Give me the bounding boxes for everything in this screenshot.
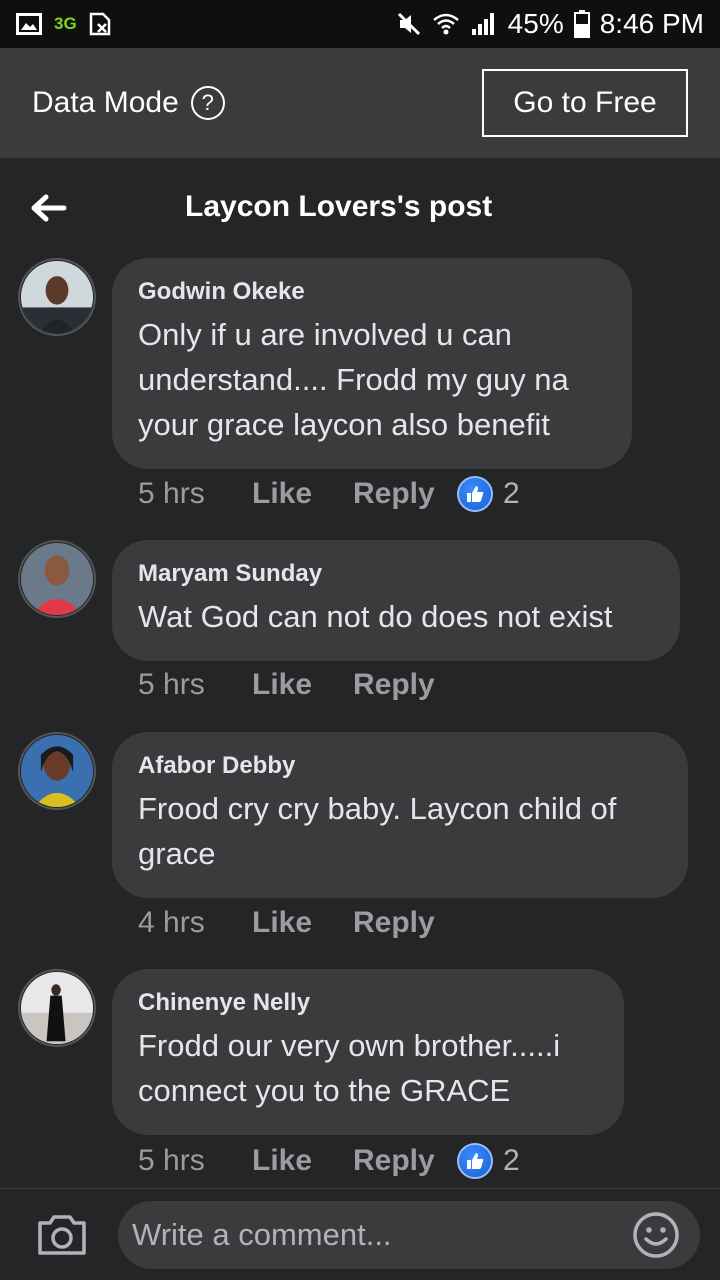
comment-author[interactable]: Chinenye Nelly bbox=[138, 989, 598, 1017]
comment-bubble[interactable]: Godwin Okeke Only if u are involved u ca… bbox=[112, 258, 632, 469]
post-header: Laycon Lovers's post bbox=[0, 158, 720, 258]
comment-text: Wat God can not do does not exist bbox=[138, 599, 613, 634]
comment-actions: 4 hrs Like Reply bbox=[138, 906, 457, 940]
emoji-icon[interactable] bbox=[632, 1211, 680, 1259]
data-mode-bar: Data Mode ? Go to Free bbox=[0, 48, 720, 158]
comment-time: 5 hrs bbox=[138, 477, 205, 510]
battery-icon bbox=[573, 10, 590, 38]
battery-percent: 45% bbox=[507, 8, 564, 39]
data-mode-label: Data Mode bbox=[32, 86, 179, 119]
comment-actions: 5 hrs Like Reply bbox=[138, 668, 457, 702]
comment-time: 5 hrs bbox=[138, 668, 205, 701]
comment-author[interactable]: Afabor Debby bbox=[138, 752, 662, 780]
signal-icon bbox=[471, 13, 494, 35]
like-button[interactable]: Like bbox=[252, 1144, 353, 1178]
status-bar: 3G 45% 8:46 PM bbox=[0, 0, 720, 48]
avatar[interactable] bbox=[18, 732, 96, 810]
comment-bubble[interactable]: Chinenye Nelly Frodd our very own brothe… bbox=[112, 969, 624, 1135]
reaction-count-text: 2 bbox=[503, 1144, 520, 1177]
back-arrow-icon[interactable] bbox=[28, 188, 68, 228]
help-icon[interactable]: ? bbox=[190, 86, 225, 120]
like-button[interactable]: Like bbox=[252, 668, 353, 702]
clock: 8:46 PM bbox=[599, 8, 704, 39]
page-title: Laycon Lovers's post bbox=[185, 190, 493, 223]
image-icon bbox=[16, 13, 42, 35]
reaction-count[interactable]: 2 bbox=[457, 1143, 520, 1179]
comment-bubble[interactable]: Maryam Sunday Wat God can not do does no… bbox=[112, 540, 680, 661]
avatar[interactable] bbox=[18, 540, 96, 618]
reaction-count-text: 2 bbox=[503, 477, 520, 510]
comment-text: Frodd our very own brother.....i connect… bbox=[138, 1028, 561, 1108]
reply-button[interactable]: Reply bbox=[353, 906, 457, 940]
comment-actions: 5 hrs Like Reply 2 bbox=[138, 476, 520, 512]
go-to-free-button[interactable]: Go to Free bbox=[482, 69, 688, 137]
comment-list: Godwin Okeke Only if u are involved u ca… bbox=[0, 258, 720, 1188]
wifi-icon bbox=[432, 13, 459, 35]
like-button[interactable]: Like bbox=[252, 477, 353, 511]
camera-icon[interactable] bbox=[36, 1213, 88, 1257]
reply-button[interactable]: Reply bbox=[353, 477, 457, 511]
comment-time: 5 hrs bbox=[138, 1144, 205, 1177]
comment-input[interactable] bbox=[118, 1201, 700, 1269]
thumbs-up-icon bbox=[457, 476, 493, 512]
comment-time: 4 hrs bbox=[138, 906, 205, 939]
comment-text: Only if u are involved u can understand.… bbox=[138, 317, 569, 442]
comment-author[interactable]: Godwin Okeke bbox=[138, 278, 606, 306]
avatar[interactable] bbox=[18, 258, 96, 336]
reply-button[interactable]: Reply bbox=[353, 668, 457, 702]
network-type: 3G bbox=[54, 14, 77, 33]
comment-text: Frood cry cry baby. Laycon child of grac… bbox=[138, 791, 617, 871]
comment-actions: 5 hrs Like Reply 2 bbox=[138, 1143, 520, 1179]
comment-author[interactable]: Maryam Sunday bbox=[138, 560, 654, 588]
comment-composer bbox=[0, 1188, 720, 1280]
comment-bubble[interactable]: Afabor Debby Frood cry cry baby. Laycon … bbox=[112, 732, 688, 898]
reply-button[interactable]: Reply bbox=[353, 1144, 457, 1178]
sim-icon bbox=[89, 12, 110, 36]
thumbs-up-icon bbox=[457, 1143, 493, 1179]
like-button[interactable]: Like bbox=[252, 906, 353, 940]
avatar[interactable] bbox=[18, 969, 96, 1047]
mute-icon bbox=[397, 12, 420, 36]
reaction-count[interactable]: 2 bbox=[457, 476, 520, 512]
